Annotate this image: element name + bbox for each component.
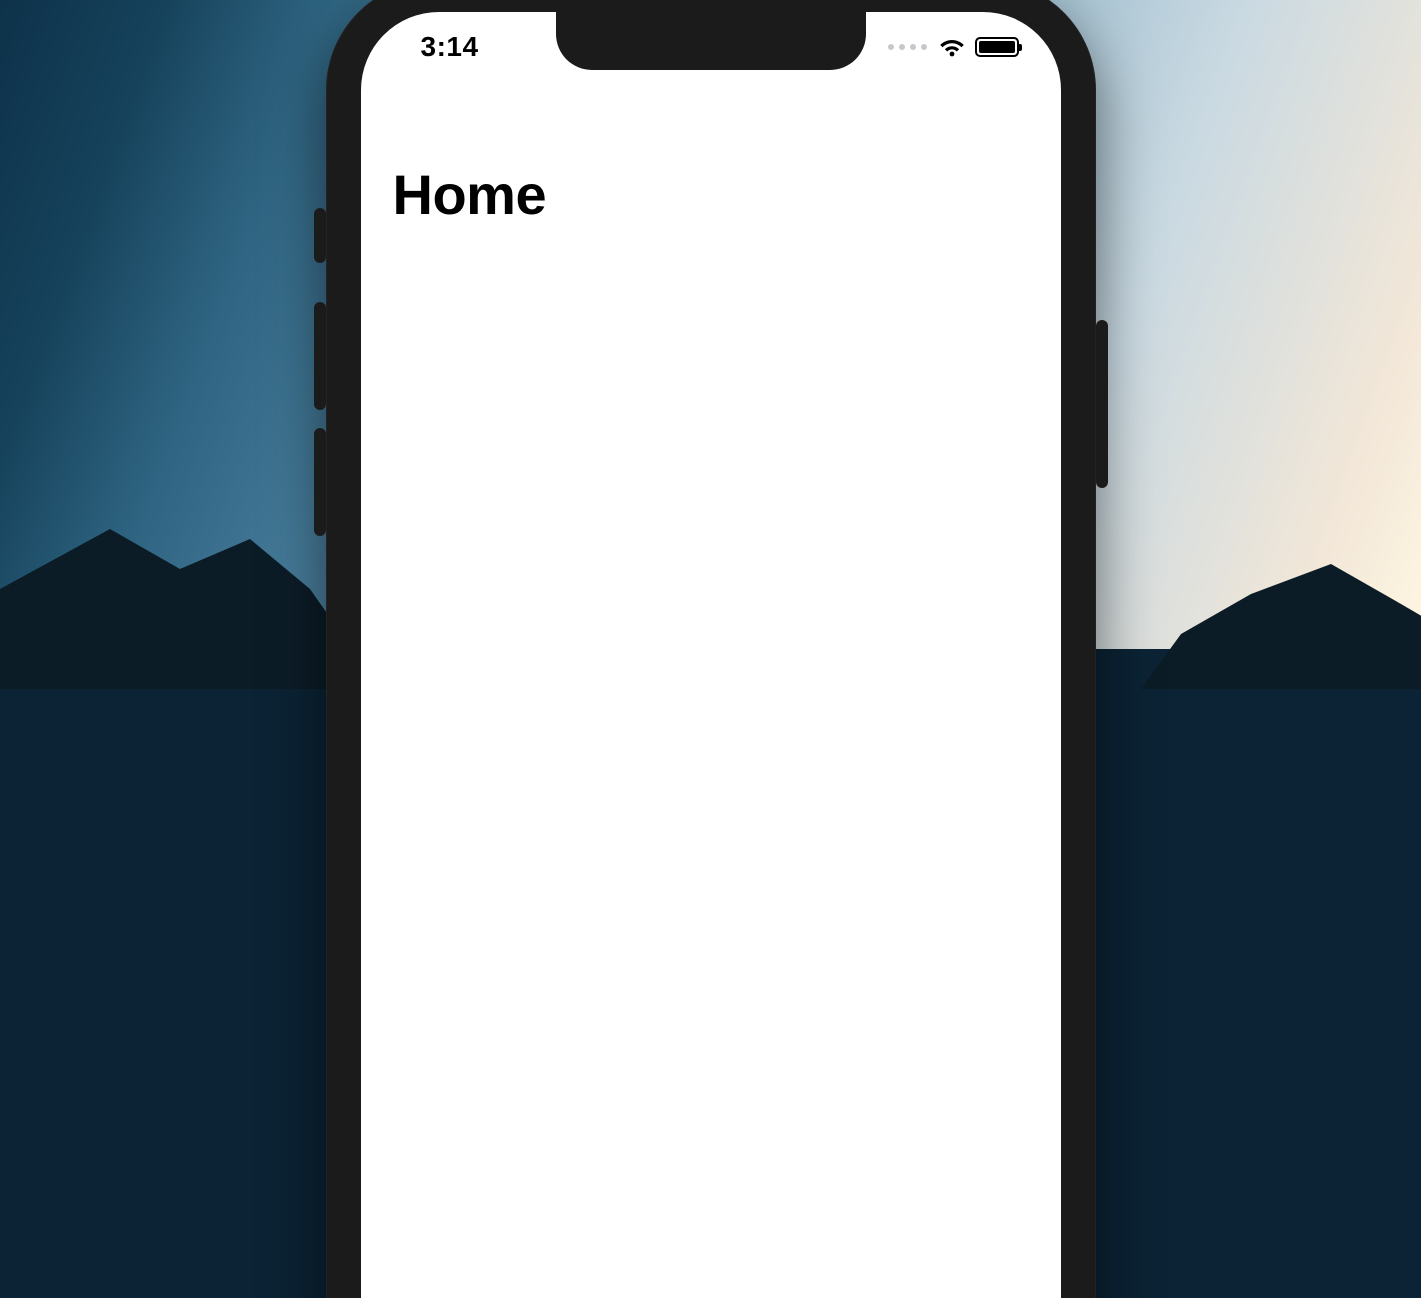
mute-switch[interactable] [314, 208, 326, 263]
wallpaper-mountain-right [1141, 539, 1421, 689]
status-time: 3:14 [395, 31, 479, 63]
volume-down-button[interactable] [314, 428, 326, 536]
page-title: Home [393, 162, 1029, 227]
volume-up-button[interactable] [314, 302, 326, 410]
phone-frame: 3:14 [326, 0, 1096, 1298]
screen-content: Home [393, 162, 1029, 227]
status-icons [888, 37, 1027, 57]
power-button[interactable] [1096, 320, 1108, 488]
wifi-icon [939, 37, 965, 57]
status-bar: 3:14 [361, 12, 1061, 82]
phone-screen: 3:14 [361, 12, 1061, 1298]
battery-icon [975, 37, 1019, 57]
cellular-dots-icon [888, 44, 927, 50]
phone-body: 3:14 [326, 0, 1096, 1298]
battery-fill [979, 41, 1015, 53]
